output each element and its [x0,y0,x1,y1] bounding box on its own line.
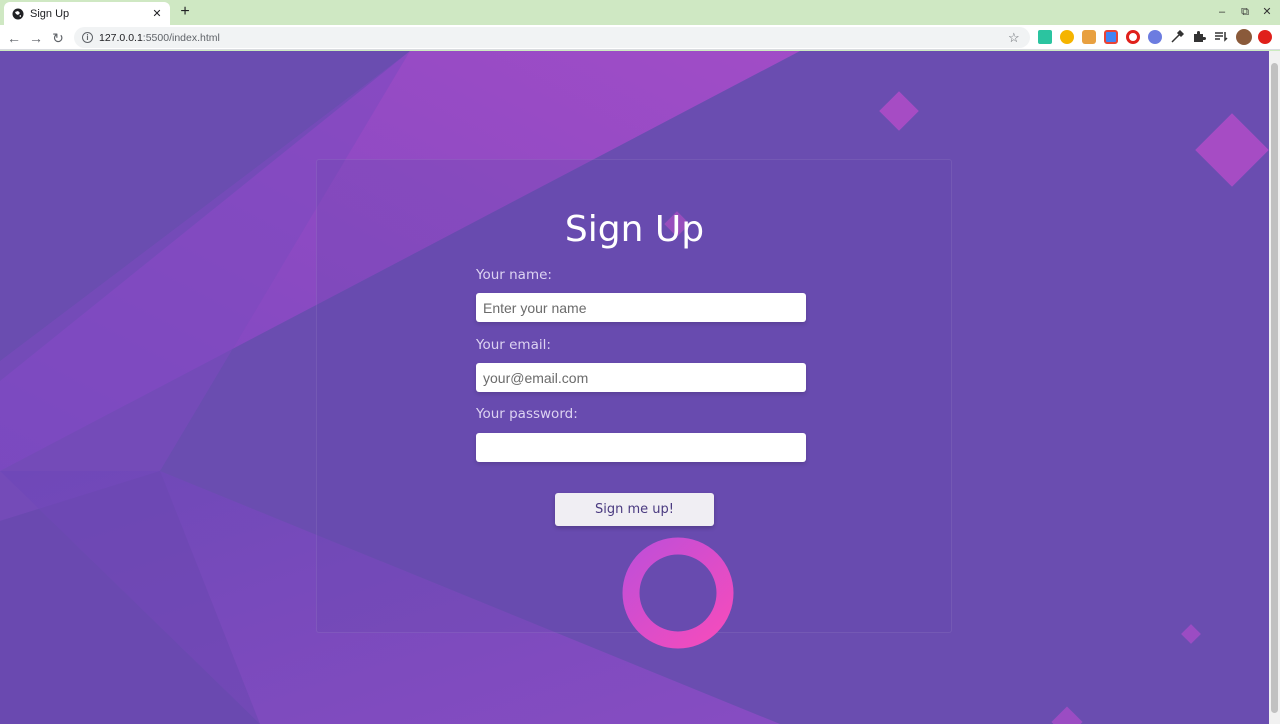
forward-button[interactable]: → [27,29,45,47]
name-input[interactable] [476,293,806,322]
page-viewport: Sign Up Your name: Your email: Your pass… [0,51,1269,724]
profile-avatar[interactable] [1236,29,1252,45]
diamond-shape-3 [1181,624,1201,644]
extension-icon-1[interactable] [1038,30,1052,44]
email-input[interactable] [476,363,806,392]
password-input[interactable] [476,433,806,462]
eyedropper-icon[interactable] [1170,29,1185,44]
bookmark-star-icon[interactable]: ☆ [1008,30,1024,46]
extension-icon-3[interactable] [1082,30,1096,44]
extension-icon-4[interactable] [1104,30,1118,44]
puzzle-piece-icon[interactable] [1192,30,1206,44]
info-icon[interactable]: i [82,32,93,43]
address-bar[interactable]: i 127.0.0.1:5500/index.html ☆ [74,27,1030,48]
scrollbar-thumb[interactable] [1271,63,1278,713]
back-button[interactable]: ← [5,29,23,47]
tab-close-icon[interactable]: ✕ [150,7,164,20]
tab-title: Sign Up [30,7,70,20]
url-text[interactable]: 127.0.0.1:5500/index.html [99,32,1008,44]
reload-button[interactable]: ↻ [49,29,67,47]
opera-vpn-icon[interactable] [1258,30,1272,44]
email-label: Your email: [476,337,551,353]
name-label: Your name: [476,267,552,283]
diamond-shape-1 [879,91,919,131]
sign-up-button[interactable]: Sign me up! [555,493,714,526]
extension-icon-6[interactable] [1148,30,1162,44]
url-host: 127.0.0.1 [99,31,143,44]
minimize-button[interactable]: – [1214,4,1230,20]
reading-list-icon[interactable] [1214,30,1228,44]
diamond-shape-4 [1051,706,1083,724]
url-path: :5500/index.html [142,31,220,44]
globe-icon [12,8,24,20]
page-title: Sign Up [564,209,705,250]
tab-strip: Sign Up ✕ + – ⧉ ✕ [0,0,1280,25]
opera-icon[interactable] [1126,30,1140,44]
tab-sign-up[interactable]: Sign Up ✕ [4,2,170,25]
page-scrollbar[interactable] [1269,51,1280,724]
extension-icon-2[interactable] [1060,30,1074,44]
close-window-button[interactable]: ✕ [1259,4,1275,20]
diamond-shape-2 [1195,113,1269,187]
restore-button[interactable]: ⧉ [1237,4,1253,20]
password-label: Your password: [476,406,578,422]
new-tab-button[interactable]: + [176,3,194,21]
